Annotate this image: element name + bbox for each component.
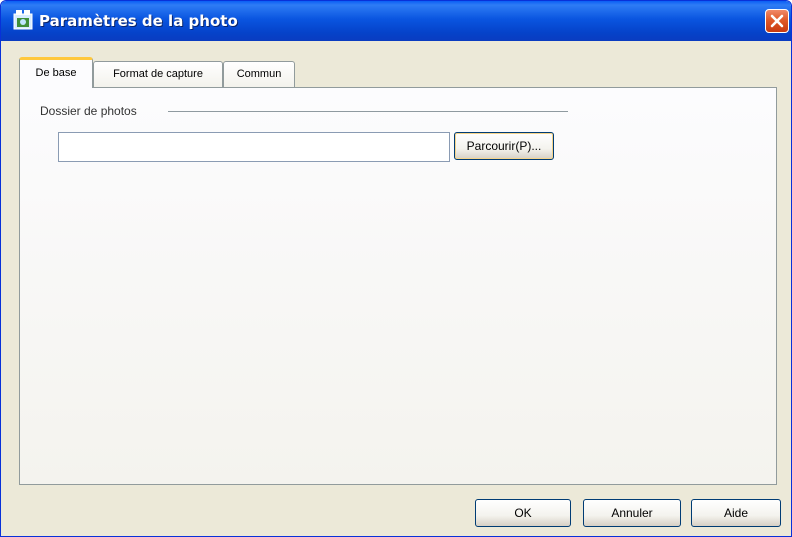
cancel-button[interactable]: Annuler xyxy=(583,499,681,527)
window-title: Paramètres de la photo xyxy=(39,12,238,30)
help-button[interactable]: Aide xyxy=(691,499,781,527)
tab-panel: Dossier de photos Parcourir(P)... xyxy=(19,87,777,485)
close-button[interactable] xyxy=(765,9,789,33)
tab-format-de-capture[interactable]: Format de capture xyxy=(93,61,223,87)
dialog-window: Paramètres de la photo De base Format de… xyxy=(0,0,792,537)
browse-button[interactable]: Parcourir(P)... xyxy=(454,132,554,160)
photo-folder-group-label: Dossier de photos xyxy=(40,104,137,118)
ok-button[interactable]: OK xyxy=(475,499,571,527)
group-divider xyxy=(168,111,568,112)
tab-de-base[interactable]: De base xyxy=(19,57,93,88)
title-bar[interactable]: Paramètres de la photo xyxy=(1,1,791,41)
photo-settings-icon xyxy=(13,9,33,31)
photo-folder-input[interactable] xyxy=(58,132,450,162)
tab-commun[interactable]: Commun xyxy=(223,61,295,87)
